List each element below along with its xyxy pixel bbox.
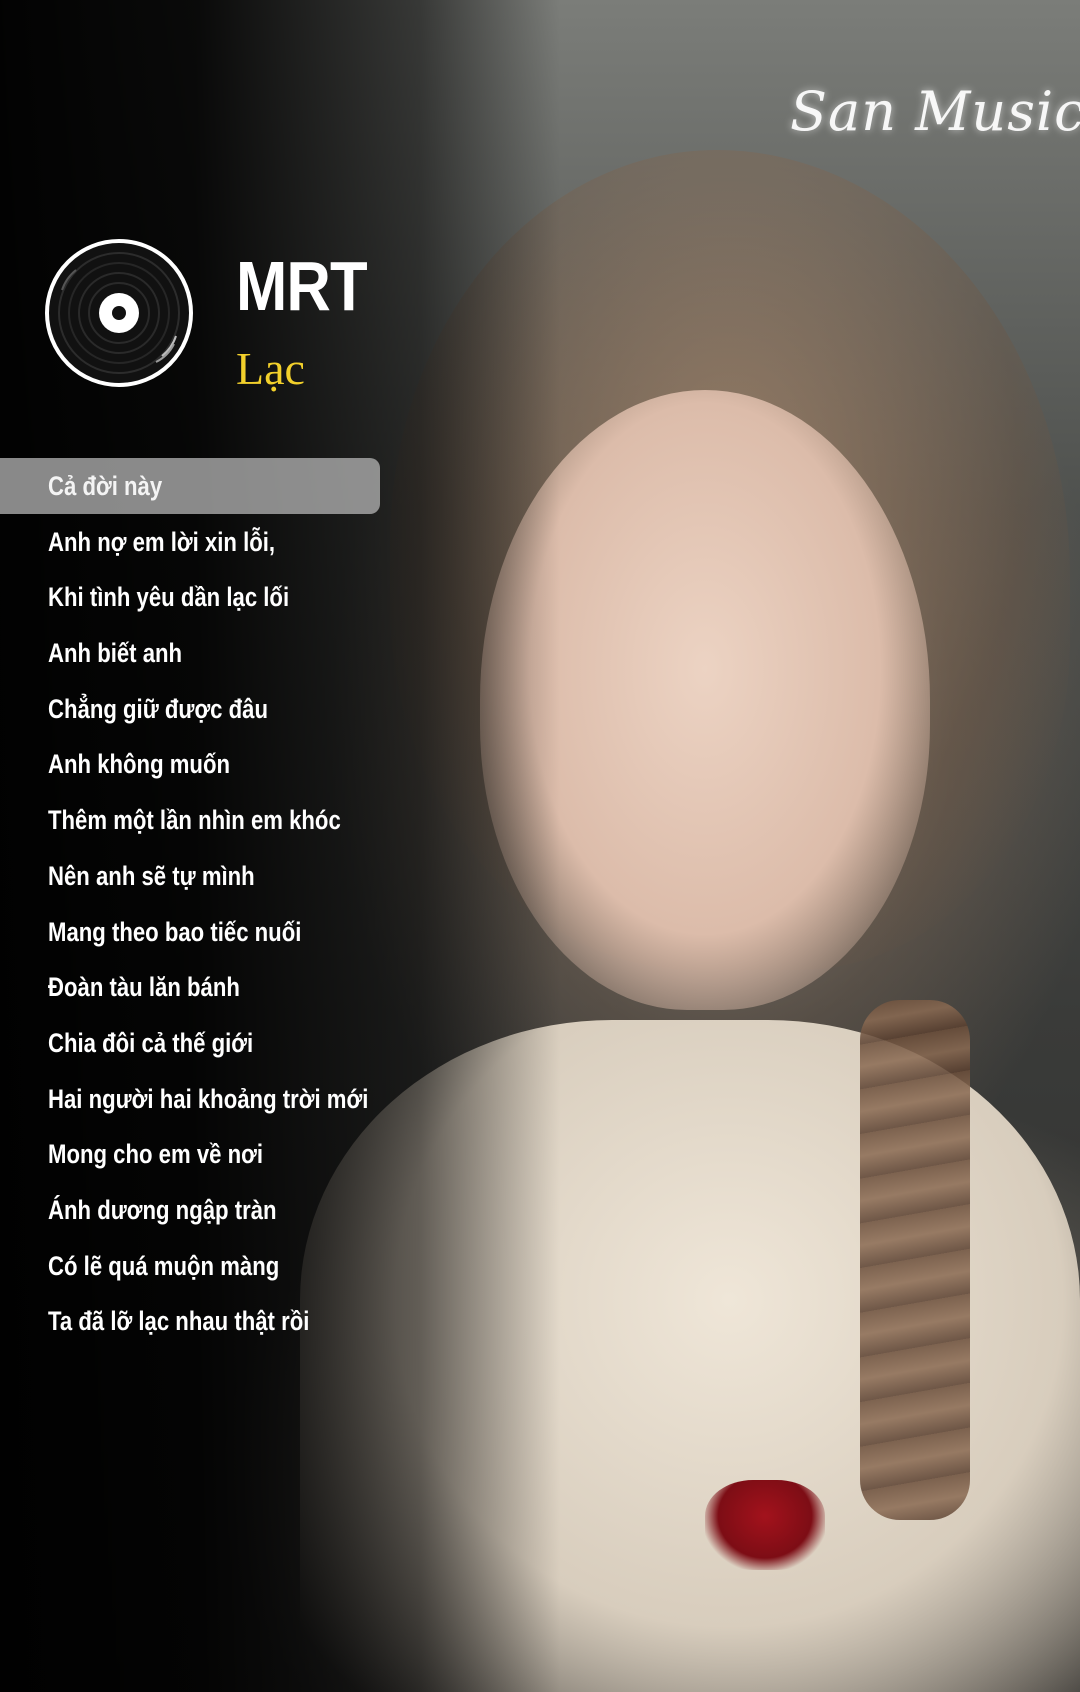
singer-braid: [860, 1000, 970, 1520]
lyric-line: Ánh dương ngập tràn: [0, 1182, 400, 1238]
lyric-text: Thêm một lần nhìn em khóc: [48, 805, 341, 836]
lyric-line: Chia đôi cả thế giới: [0, 1015, 400, 1071]
vinyl-record-icon: [45, 239, 193, 387]
lyric-text: Anh nợ em lời xin lỗi,: [48, 526, 276, 557]
lyric-line: Anh nợ em lời xin lỗi,: [0, 514, 400, 570]
lyric-text: Anh biết anh: [48, 638, 183, 669]
lyric-text: Anh không muốn: [48, 749, 231, 780]
lyric-line-active: Cả đời này: [0, 458, 380, 514]
video-frame: San Music MRT Lạc Cả đời này Anh nợ em lờ…: [0, 0, 1080, 1692]
lyric-text: Ta đã lỡ lạc nhau thật rồi: [48, 1306, 310, 1337]
lyric-line: Thêm một lần nhìn em khóc: [0, 792, 400, 848]
song-title: Lạc: [236, 343, 305, 394]
lyric-line: Anh không muốn: [0, 736, 400, 792]
lyric-text: Khi tình yêu dần lạc lối: [48, 582, 290, 613]
lyrics-list: Cả đời này Anh nợ em lời xin lỗi, Khi tình…: [0, 458, 400, 1349]
lyric-line: Chẳng giữ được đâu: [0, 681, 400, 737]
lyric-text: Đoàn tàu lăn bánh: [48, 972, 240, 1003]
lyric-line: Nên anh sẽ tự mình: [0, 848, 400, 904]
watermark-logo: San Music: [790, 80, 1080, 143]
lyric-text: Hai người hai khoảng trời mới: [48, 1083, 369, 1114]
lyric-text: Mang theo bao tiếc nuối: [48, 916, 302, 947]
lyric-line: Đoàn tàu lăn bánh: [0, 959, 400, 1015]
lyric-line: Mong cho em về nơi: [0, 1126, 400, 1182]
lyric-text: Có lẽ quá muộn màng: [48, 1250, 280, 1281]
lyric-line: Có lẽ quá muộn màng: [0, 1238, 400, 1294]
lyric-line: Ta đã lỡ lạc nhau thật rồi: [0, 1293, 400, 1349]
lyric-line: Mang theo bao tiếc nuối: [0, 904, 400, 960]
lyric-text: Chia đôi cả thế giới: [48, 1027, 254, 1058]
lyric-text: Cả đời này: [48, 471, 163, 501]
artist-name: MRT: [236, 247, 368, 325]
lyric-text: Ánh dương ngập tràn: [48, 1194, 277, 1225]
lyric-text: Nên anh sẽ tự mình: [48, 860, 255, 891]
lyric-text: Mong cho em về nơi: [48, 1139, 264, 1170]
lyric-line: Anh biết anh: [0, 625, 400, 681]
lyric-line: Khi tình yêu dần lạc lối: [0, 569, 400, 625]
lyric-line: Hai người hai khoảng trời mới: [0, 1071, 400, 1127]
red-bow: [705, 1480, 825, 1570]
lyric-text: Chẳng giữ được đâu: [48, 693, 269, 724]
